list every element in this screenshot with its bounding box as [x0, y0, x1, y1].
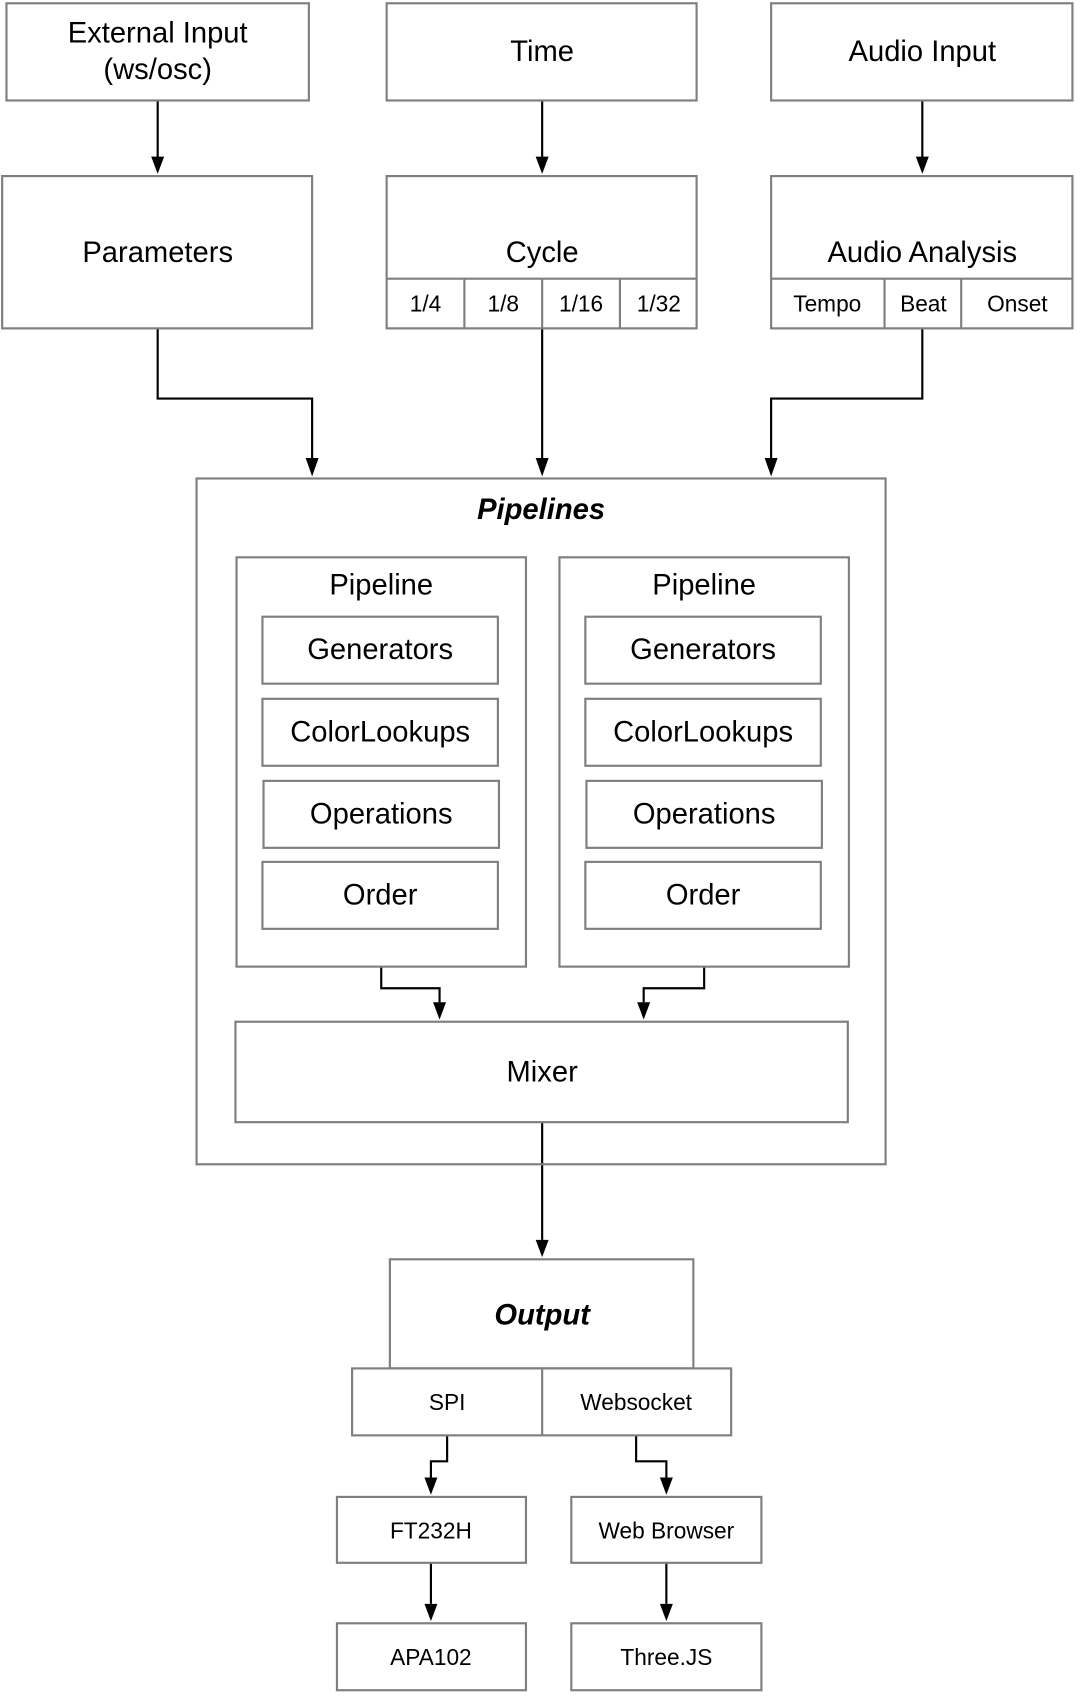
arrow-pipeline1-to-mixer	[380, 966, 441, 1003]
audio-feature: Onset	[987, 291, 1048, 317]
audio-analysis-label: Audio Analysis	[827, 237, 1017, 269]
pipelines-title: Pipelines	[477, 494, 605, 526]
mixer-label: Mixer	[507, 1056, 579, 1088]
audio-feature: Beat	[900, 291, 947, 317]
stage-generators: Generators	[630, 634, 776, 666]
output-channel-spi: SPI	[429, 1389, 466, 1415]
time-node: Time	[385, 2, 698, 102]
target-label: Three.JS	[620, 1644, 712, 1670]
stage-order: Order	[343, 879, 418, 911]
time-label: Time	[510, 36, 574, 68]
arrow-beat-to-pipelines	[770, 328, 924, 458]
pipeline-node: Pipeline Generators ColorLookups Operati…	[235, 556, 528, 968]
device-label: FT232H	[390, 1517, 472, 1543]
parameters-label: Parameters	[82, 237, 233, 269]
stage-operations: Operations	[633, 798, 776, 830]
arrow-parameters-to-pipelines	[156, 328, 314, 458]
stage-colorlookups: ColorLookups	[290, 716, 470, 748]
cycle-division: 1/8	[488, 291, 520, 317]
stage-operations: Operations	[310, 798, 453, 830]
cycle-division: 1/16	[559, 291, 603, 317]
cycle-division: 1/4	[410, 291, 442, 317]
pipeline-label: Pipeline	[329, 569, 433, 601]
output-node: Output SPI Websocket	[351, 1258, 733, 1437]
stage-order: Order	[666, 879, 741, 911]
output-channel-websocket: Websocket	[580, 1389, 692, 1415]
cycle-label: Cycle	[506, 237, 579, 269]
external-input-label: External Input	[68, 18, 248, 50]
output-title: Output	[494, 1299, 591, 1331]
pipeline-node: Pipeline Generators ColorLookups Operati…	[558, 556, 850, 968]
device-label: Web Browser	[599, 1517, 735, 1543]
target-label: APA102	[390, 1644, 472, 1670]
external-input-node: External Input (ws/osc)	[5, 2, 310, 102]
audio-input-node: Audio Input	[770, 2, 1074, 102]
parameters-node: Parameters	[1, 175, 314, 330]
arrow-websocket-to-browser	[635, 1435, 668, 1478]
pipelines-container: Pipelines Pipeline Generators ColorLooku…	[195, 477, 887, 1166]
pipeline-label: Pipeline	[652, 569, 756, 601]
audio-feature: Tempo	[793, 291, 861, 317]
device-web-browser: Web Browser	[570, 1495, 763, 1564]
stage-generators: Generators	[307, 634, 453, 666]
device-ft232h: FT232H	[335, 1495, 528, 1564]
external-input-sublabel: (ws/osc)	[103, 54, 212, 86]
cycle-division: 1/32	[637, 291, 681, 317]
mixer-node: Mixer	[234, 1020, 849, 1124]
target-apa102: APA102	[335, 1622, 528, 1692]
arrow-spi-to-ft232h	[429, 1435, 449, 1478]
architecture-diagram: External Input (ws/osc) Time Audio Input…	[1, 2, 1074, 1692]
audio-analysis-node: Audio Analysis Tempo Beat Onset	[770, 175, 1074, 330]
target-threejs: Three.JS	[570, 1622, 763, 1692]
stage-colorlookups: ColorLookups	[613, 716, 793, 748]
cycle-node: Cycle 1/4 1/8 1/16 1/32	[385, 175, 698, 330]
arrow-pipeline2-to-mixer	[642, 966, 706, 1003]
audio-input-label: Audio Input	[849, 36, 997, 68]
